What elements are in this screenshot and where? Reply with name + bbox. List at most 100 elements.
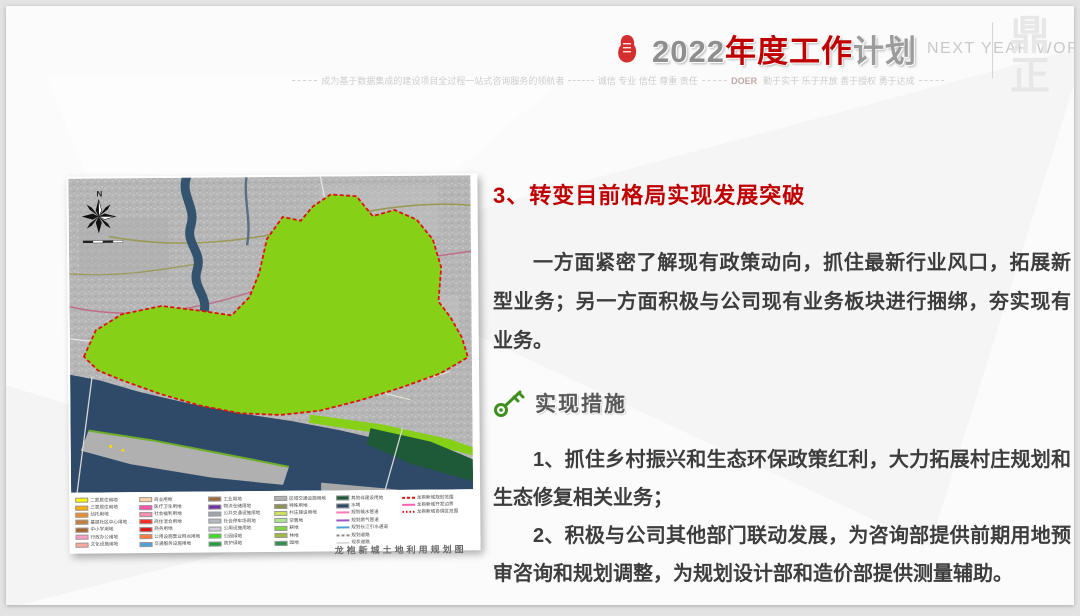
legend-label: 中小学用地	[90, 527, 113, 533]
legend-swatch	[209, 519, 222, 524]
dashed-divider	[292, 80, 317, 81]
header-divider	[992, 22, 993, 78]
legend-label: 龙袍新城开发边界	[417, 502, 454, 508]
legend-swatch	[336, 503, 349, 508]
legend-swatch	[75, 513, 88, 518]
legend-label: 幼托用地	[90, 512, 108, 518]
title-red-part: 年度工作	[725, 34, 853, 69]
legend-swatch	[336, 519, 349, 521]
legend-label: 社会福利用地	[154, 511, 182, 517]
legend-label: 社会停车场用地	[224, 518, 256, 524]
legend-column: 工业用地物流仓储用地公共交通设施用地社会停车场用地公用设施用地公园绿地防护绿地	[208, 495, 271, 549]
legend-swatch	[274, 526, 287, 531]
legend-label: 村庄建设用地	[289, 510, 317, 516]
legend-item: 龙袍新城协调区范围	[402, 508, 469, 516]
content-column: 3、转变目前格局实现发展突破 一方面紧密了解现有政策动向，抓住最新行业风口，拓展…	[493, 178, 1071, 593]
legend-label: 医疗卫生用地	[154, 504, 182, 510]
legend-swatch	[402, 496, 415, 498]
legend-label: 防护绿地	[224, 540, 242, 546]
legend-label: 商务用地	[154, 526, 172, 532]
legend-label: 公用设施用地	[224, 525, 252, 531]
legend-label: 龙袍新城协调区范围	[417, 509, 458, 515]
legend-swatch	[75, 527, 88, 532]
map-caption: 龙袍新城土地利用规划图	[335, 542, 467, 556]
legend-swatch	[274, 511, 287, 516]
dashed-divider	[919, 80, 944, 81]
measure-item: 2、积极与公司其他部门联动发展，为咨询部提供前期用地预审咨询和规划调整，为规划设…	[493, 517, 1071, 593]
legend-swatch	[75, 505, 88, 510]
dashed-divider	[568, 80, 593, 81]
legend-label: 三类居住用地	[90, 504, 118, 510]
legend-swatch	[208, 497, 221, 502]
tagline-spirit: 勤于实干 乐于开放 善于授权 勇于达成	[763, 74, 915, 87]
legend-label: 公园绿地	[224, 533, 242, 539]
measure-item: 1、抓住乡村振兴和生态环保政策红利，大力拓展村庄规划和生态修复相关业务；	[493, 441, 1071, 517]
legend-label: 二类居住用地	[90, 497, 118, 503]
legend-swatch	[76, 542, 89, 547]
landuse-map-panel: N 二类居住用地三类	[66, 173, 480, 554]
legend-label: 公用设施营业网点用地	[154, 533, 200, 539]
slide: 2022年度工作计划 NEXT YEAR WORK PLAN 成为基于数据集成的…	[6, 6, 1074, 605]
legend-swatch	[75, 498, 88, 503]
legend-label: 文化设施用地	[91, 541, 119, 547]
compass-north-label: N	[96, 189, 102, 198]
legend-swatch	[402, 511, 415, 513]
legend-column: 商业用地医疗卫生用地社会福利用地商住混合用地商务用地公用设施营业网点用地交通服务…	[139, 496, 206, 550]
legend-label: 规划燃气管道	[351, 517, 379, 523]
legend-swatch	[274, 496, 287, 501]
legend-label: 特殊用地	[289, 503, 307, 509]
legend-label: 区域交通设施用地	[289, 495, 326, 501]
tagline-values: 诚信 专业 信任 尊重 责任	[598, 74, 698, 87]
dashed-divider	[702, 80, 727, 81]
legend-swatch	[139, 505, 152, 510]
legend-label: 公共交通设施用地	[224, 511, 261, 517]
tagline-mission: 成为基于数据集成的建设项目全过程一站式咨询服务的领航者	[321, 74, 564, 87]
legend-item: 交通服务设施用地	[139, 540, 206, 548]
legend-label: 水域	[351, 502, 360, 508]
key-icon	[493, 387, 527, 419]
section-title: 3、转变目前格局实现发展突破	[493, 178, 1071, 210]
legend-swatch	[274, 518, 287, 523]
intro-paragraph: 一方面紧密了解现有政策动向，抓住最新行业风口，拓展新型业务；另一方面积极与公司现…	[493, 244, 1071, 361]
legend-swatch	[208, 504, 221, 509]
red-seal-icon	[616, 34, 638, 64]
legend-column: 其他非建设用地水域规划输水管道规划燃气管道规划长江引水通道规划道路现状道路	[336, 494, 399, 548]
measures-list: 1、抓住乡村振兴和生态环保政策红利，大力拓展村庄规划和生态修复相关业务； 2、积…	[493, 441, 1071, 593]
legend-column: 区域交通设施用地特殊用地村庄建设用地空置地耕地林地园地	[274, 494, 333, 548]
logo-char-top: 鼎	[1004, 16, 1056, 56]
legend-swatch	[139, 519, 152, 524]
legend-swatch	[336, 527, 349, 529]
legend-label: 其他非建设用地	[351, 495, 383, 501]
legend-swatch	[139, 542, 152, 547]
title-gray-part: 计划	[853, 34, 917, 69]
legend-swatch	[139, 527, 152, 532]
legend-swatch	[75, 520, 88, 525]
legend-label: 龙袍新城规划范围	[417, 494, 454, 500]
legend-label: 耕地	[289, 525, 298, 531]
company-logo: 鼎 正	[1004, 16, 1056, 96]
legend-swatch	[336, 496, 349, 501]
legend-label: 行政办公用地	[90, 534, 118, 540]
legend-label: 基层社区中心用地	[90, 519, 127, 525]
measures-heading-row: 实现措施	[493, 387, 1071, 419]
legend-label: 商业用地	[154, 497, 172, 503]
company-tagline: 成为基于数据集成的建设项目全过程一站式咨询服务的领航者 诚信 专业 信任 尊重 …	[288, 74, 948, 87]
legend-label: 规划道路	[351, 532, 369, 538]
legend-swatch	[402, 504, 415, 506]
legend-item: 文化设施用地	[76, 541, 137, 549]
legend-swatch	[75, 535, 88, 540]
scale-bar	[83, 240, 123, 243]
legend-label: 交通服务设施用地	[154, 541, 191, 547]
slide-header: 2022年度工作计划 NEXT YEAR WORK PLAN 成为基于数据集成的…	[6, 6, 1074, 98]
legend-swatch	[336, 512, 349, 514]
legend-label: 规划长江引水通道	[351, 524, 388, 530]
legend-swatch	[139, 512, 152, 517]
title-year: 2022	[652, 34, 725, 69]
legend-label: 园地	[289, 540, 298, 546]
legend-item: 园地	[274, 539, 333, 547]
legend-swatch	[209, 526, 222, 531]
tagline-doer: DOER	[731, 76, 757, 86]
landuse-map: N	[68, 175, 473, 492]
legend-column: 二类居住用地三类居住用地幼托用地基层社区中心用地中小学用地行政办公用地文化设施用…	[75, 496, 136, 550]
legend-label: 林地	[289, 532, 298, 538]
